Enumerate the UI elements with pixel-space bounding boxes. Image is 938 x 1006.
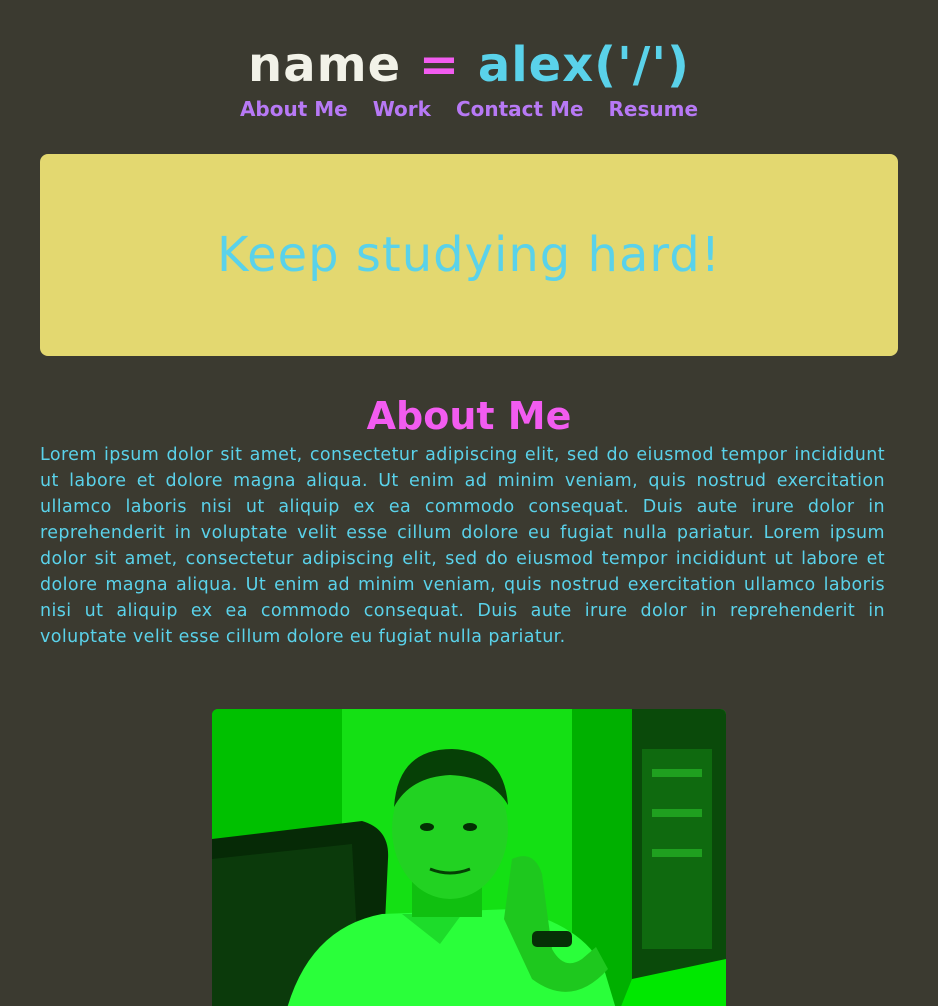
nav-link-about-me[interactable]: About Me (240, 94, 348, 124)
site-header: name = alex('/') About Me Work Contact M… (0, 36, 938, 124)
logo-equals: = (418, 37, 461, 93)
logo-keyword: name (248, 37, 402, 93)
site-logo[interactable]: name = alex('/') (0, 36, 938, 94)
about-heading: About Me (366, 394, 572, 438)
page: name = alex('/') About Me Work Contact M… (0, 0, 938, 1006)
about-body-text: Lorem ipsum dolor sit amet, consectetur … (40, 445, 885, 647)
hero-message: Keep studying hard! (217, 227, 721, 283)
nav-link-work[interactable]: Work (373, 94, 431, 124)
nav-link-resume[interactable]: Resume (609, 94, 699, 124)
profile-photo (212, 709, 726, 1006)
logo-value: alex('/') (477, 37, 690, 93)
nav-link-contact-me[interactable]: Contact Me (456, 94, 584, 124)
main-nav: About Me Work Contact Me Resume (0, 94, 938, 124)
profile-photo-illustration (212, 709, 726, 1006)
hero-banner: Keep studying hard! (40, 154, 898, 356)
